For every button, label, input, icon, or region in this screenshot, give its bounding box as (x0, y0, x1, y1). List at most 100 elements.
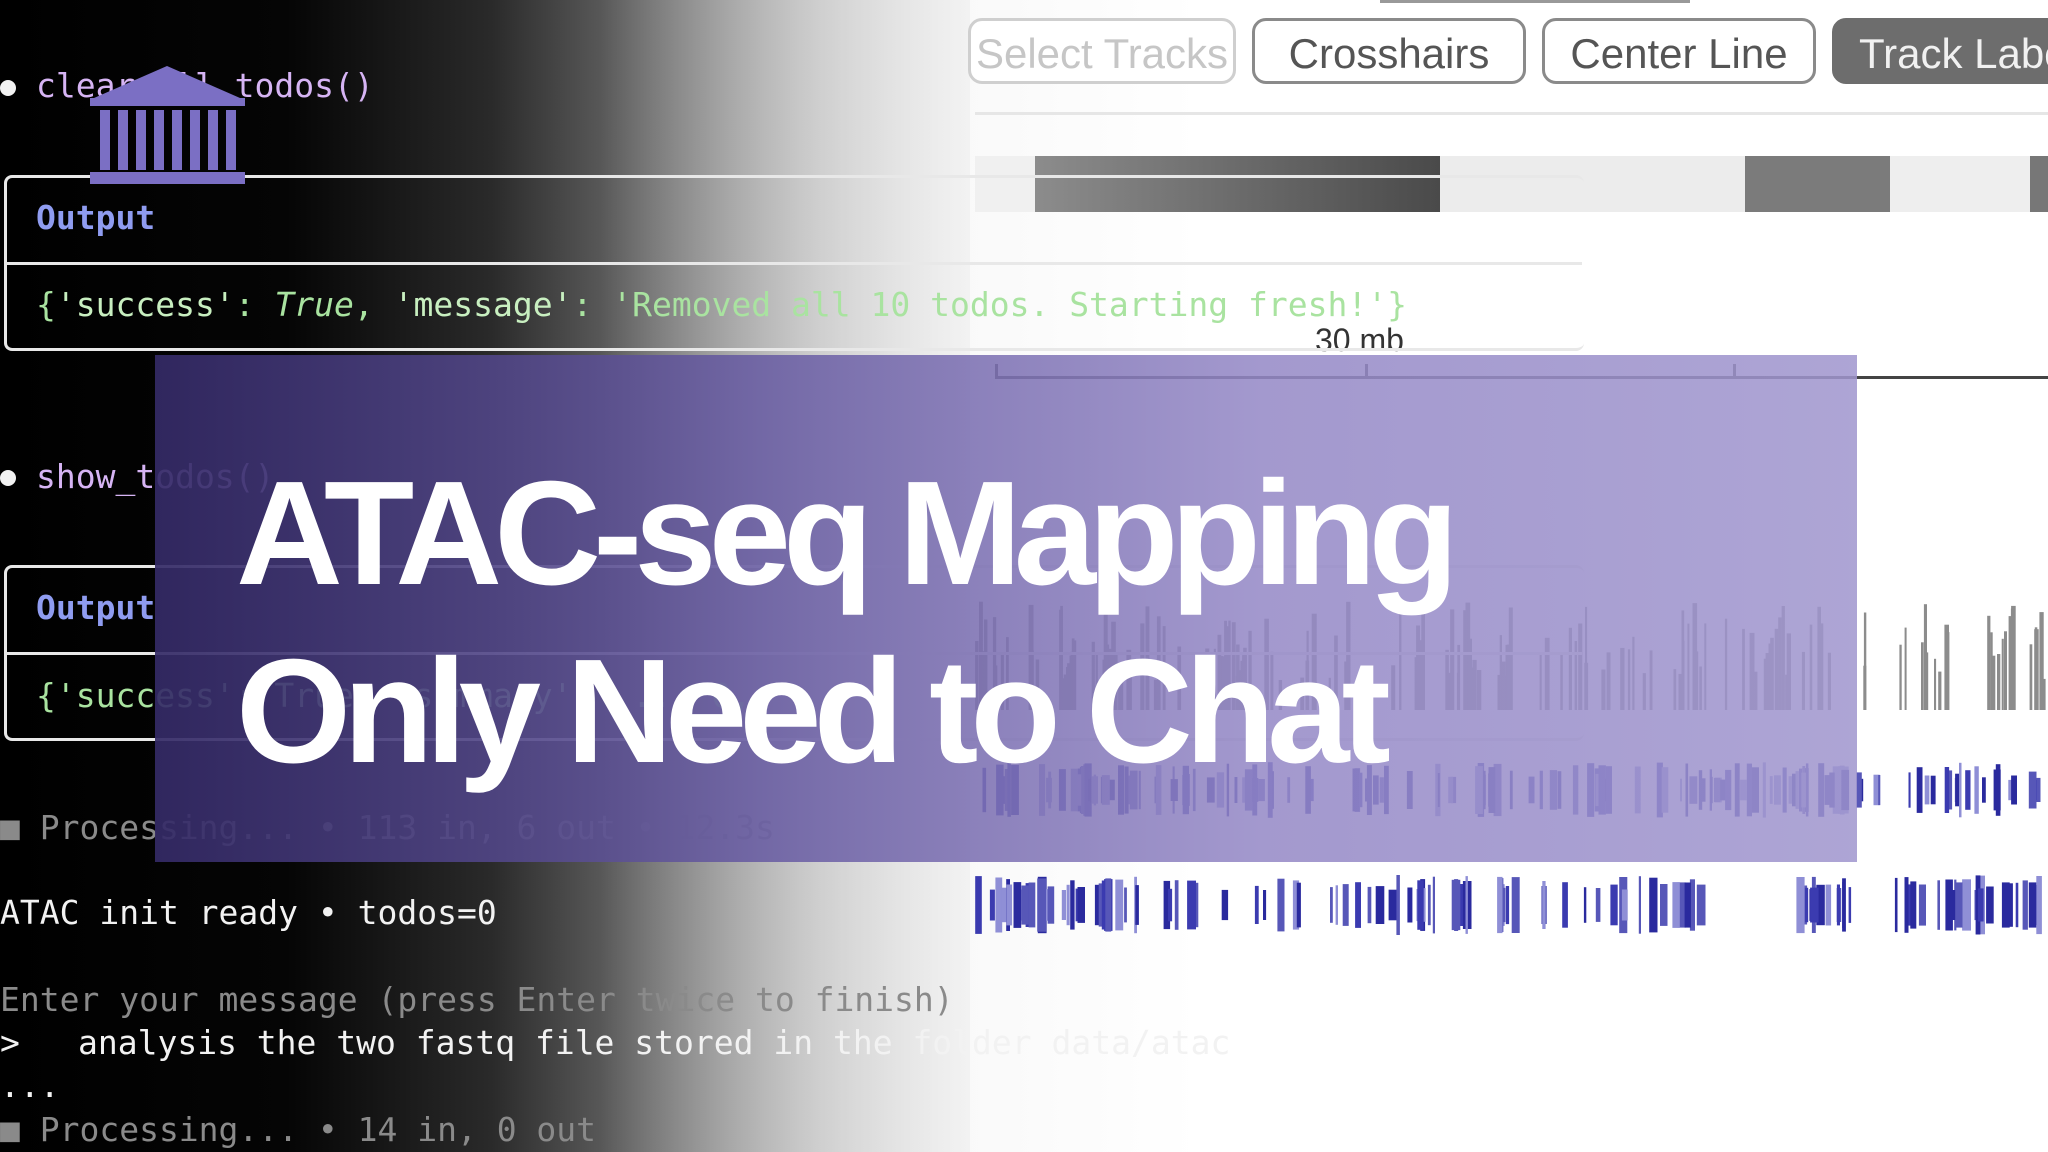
peak-track-mark (1407, 887, 1413, 923)
peak-track-mark (1388, 889, 1398, 921)
peak-track-mark (1077, 887, 1085, 923)
peak-track-mark (1965, 770, 1971, 810)
peak-track-mark (1021, 885, 1029, 925)
ideogram-band (1745, 156, 1890, 212)
toolbar-divider (975, 112, 2048, 115)
signal-track-bar (1991, 679, 1995, 710)
peak-track-mark (1842, 878, 1846, 932)
select-tracks-button[interactable]: Select Tracks (968, 18, 1236, 84)
signal-track-bar (2043, 678, 2046, 710)
peak-track-mark (1070, 880, 1075, 930)
peak-track-mark (1945, 879, 1953, 931)
output-divider (6, 262, 1582, 265)
peak-track-mark (2028, 771, 2037, 809)
peak-track-mark (1924, 775, 1930, 805)
peak-track-mark (1417, 880, 1424, 930)
peak-track-mark (1638, 876, 1641, 934)
result-value-bool: True (274, 285, 354, 324)
output-result: {'success': True, 'message': 'Removed al… (36, 285, 1407, 324)
peak-track-mark (1187, 880, 1196, 930)
center-line-button[interactable]: Center Line (1542, 18, 1816, 84)
peak-track-mark (1825, 884, 1832, 926)
peak-track-mark (1894, 877, 1898, 933)
peak-track-mark (1013, 882, 1022, 928)
bullet-icon (0, 470, 16, 486)
user-message-input[interactable]: analysis the two fastq file stored in th… (78, 1023, 1230, 1062)
peak-track-mark (1836, 884, 1840, 926)
prompt-hint: Enter your message (press Enter twice to… (0, 980, 954, 1019)
signal-track-bar (1934, 658, 1937, 710)
peak-track-mark (1105, 878, 1112, 932)
peak-track-mark (1910, 881, 1917, 929)
peak-track-mark (1168, 888, 1173, 922)
signal-track-bar (1899, 644, 1902, 710)
peak-track-mark (1330, 887, 1333, 923)
peak-track-mark (1684, 882, 1691, 928)
peak-track-mark (1878, 775, 1881, 806)
result-open: { (36, 285, 56, 324)
peak-track-mark (1124, 887, 1127, 923)
peak-track-mark (1432, 876, 1435, 934)
peak-track-mark (1061, 890, 1066, 920)
peak-track-mark (1595, 888, 1601, 922)
result-sep: , (353, 285, 394, 324)
peak-track-mark (1918, 884, 1926, 926)
peak-track-mark (1342, 884, 1349, 926)
peak-track-mark (1649, 877, 1658, 933)
peak-track-mark (1135, 885, 1139, 925)
peak-track-mark (1937, 880, 1940, 930)
peak-track-mark (1066, 884, 1070, 926)
peak-track-mark (2022, 880, 2028, 930)
peak-track-mark (995, 877, 1003, 933)
signal-track-bar (1944, 624, 1949, 710)
signal-track-bar (2029, 644, 2033, 710)
peak-track-mark (1916, 767, 1923, 813)
peak-track-mark (1277, 878, 1285, 932)
continuation-line: ... (0, 1066, 60, 1105)
crosshairs-button[interactable]: Crosshairs (1252, 18, 1526, 84)
peak-track-mark (1948, 770, 1953, 810)
peak-track-mark (975, 876, 982, 934)
signal-track-bar (2001, 638, 2004, 710)
peak-track-mark (1263, 890, 1267, 920)
peak-track-mark (1621, 889, 1628, 921)
temple-icon (90, 66, 245, 184)
peak-track-mark (2036, 876, 2042, 935)
peak-track-mark (1908, 772, 1911, 808)
bullet-icon (0, 80, 16, 96)
peak-track-mark (1930, 775, 1936, 805)
peak-track-mark (1221, 889, 1229, 921)
peak-track-mark (1115, 879, 1124, 931)
peak-track-mark (1511, 877, 1520, 933)
peak-track-mark (1254, 885, 1259, 924)
peak-track-mark (1962, 879, 1971, 931)
result-key: 'success' (55, 285, 235, 324)
peak-track-mark (1562, 882, 1568, 928)
headline-line-2: Only Need to Chat (236, 629, 1391, 794)
result-message: 'Removed all 10 todos. Starting fresh!' (612, 285, 1388, 324)
output-label: Output (36, 198, 156, 237)
peak-track-mark (1047, 886, 1055, 924)
peak-track-mark (1904, 877, 1909, 933)
signal-track-bar (2010, 608, 2014, 710)
peak-track-mark (1974, 766, 1979, 814)
peak-track-mark (1982, 777, 1986, 803)
peak-track-mark (1796, 877, 1805, 934)
peak-track-mark (1986, 886, 1994, 924)
peak-track-mark (1804, 887, 1809, 923)
processing-status: ■ Processing... • 14 in, 0 out (0, 1110, 597, 1149)
track-labels-button[interactable]: Track Labe (1832, 18, 2048, 84)
peak-track-mark (1037, 878, 1046, 932)
peak-track-mark (1028, 882, 1036, 928)
signal-track-bar (2004, 631, 2007, 710)
thumbnail-canvas: Select Tracks Crosshairs Center Line Tra… (0, 0, 2048, 1152)
ideogram-band (2030, 156, 2048, 212)
ideogram-band (1890, 156, 2030, 212)
peak-track-mark (1497, 876, 1503, 934)
peak-track-mark (1660, 884, 1668, 926)
peak-track-mark (1505, 886, 1510, 925)
peak-track-mark (1955, 882, 1963, 928)
peak-track-mark (1451, 879, 1461, 931)
peak-track-mark (1355, 882, 1361, 928)
peak-track-mark (1296, 882, 1301, 928)
